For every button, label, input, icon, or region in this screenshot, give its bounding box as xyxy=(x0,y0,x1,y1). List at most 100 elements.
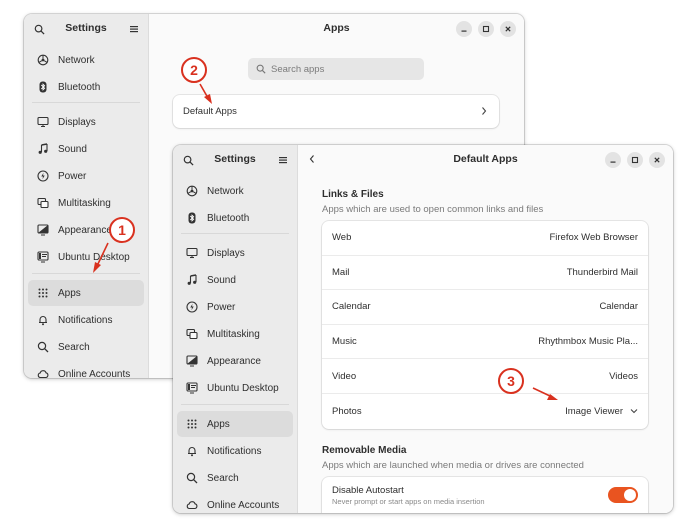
sidebar-item-sound[interactable]: Sound xyxy=(28,136,144,162)
sidebar-item-label: Ubuntu Desktop xyxy=(58,251,130,263)
sidebar-item-sound[interactable]: Sound xyxy=(177,267,293,293)
sidebar-item-multitasking[interactable]: Multitasking xyxy=(177,321,293,347)
sidebar-item-label: Appearance xyxy=(58,224,112,236)
callout-1: 1 xyxy=(109,217,135,243)
sidebar-separator xyxy=(181,404,289,405)
default-app-value[interactable]: Firefox Web Browser xyxy=(549,232,638,243)
default-app-value-text: Thunderbird Mail xyxy=(566,266,638,278)
default-app-value[interactable]: Image Viewer xyxy=(565,406,638,417)
sidebar-item-power[interactable]: Power xyxy=(28,163,144,189)
sidebar-item-bluetooth[interactable]: Bluetooth xyxy=(177,205,293,231)
sidebar-item-power[interactable]: Power xyxy=(177,294,293,320)
default-app-value-text: Firefox Web Browser xyxy=(549,232,638,244)
network-icon xyxy=(36,53,50,67)
callout-3: 3 xyxy=(498,368,524,394)
sidebar-item-multitasking[interactable]: Multitasking xyxy=(28,190,144,216)
default-app-row-web[interactable]: Web Firefox Web Browser xyxy=(322,221,648,256)
front-sidebar: Settings Network Bluetooth Displays Sound Po… xyxy=(173,145,298,513)
bluetooth-icon xyxy=(185,211,199,225)
sidebar-item-label: Network xyxy=(58,54,95,66)
maximize-button[interactable] xyxy=(478,21,494,37)
sidebar-item-network[interactable]: Network xyxy=(177,178,293,204)
default-app-value-text: Image Viewer xyxy=(565,405,623,417)
default-app-value-text: Videos xyxy=(609,370,638,382)
search-placeholder: Search apps xyxy=(271,63,325,75)
sidebar-item-label: Network xyxy=(207,185,244,197)
sidebar-item-bluetooth[interactable]: Bluetooth xyxy=(28,74,144,100)
sidebar-separator xyxy=(32,273,140,274)
maximize-button[interactable] xyxy=(627,152,643,168)
sidebar-item-network[interactable]: Network xyxy=(28,47,144,73)
sidebar-item-label: Bluetooth xyxy=(58,81,101,93)
default-app-row-calendar[interactable]: Calendar Calendar xyxy=(322,290,648,325)
default-app-row-video[interactable]: Video Videos xyxy=(322,359,648,394)
sidebar-item-label: Online Accounts xyxy=(207,499,280,511)
sidebar-item-search[interactable]: Search xyxy=(28,334,144,360)
sidebar-item-label: Apps xyxy=(207,418,230,430)
apps-grid-icon xyxy=(185,417,199,431)
disable-autostart-toggle[interactable] xyxy=(608,487,638,503)
links-files-subtitle: Apps which are used to open common links… xyxy=(322,204,544,215)
sidebar-item-label: Online Accounts xyxy=(58,368,131,379)
chevron-right-icon xyxy=(481,106,487,116)
default-apps-list: Web Firefox Web Browser Mail Thunderbird Ma… xyxy=(322,221,648,429)
sidebar-item-label: Notifications xyxy=(58,314,113,326)
power-icon xyxy=(36,169,50,183)
default-app-value[interactable]: Videos xyxy=(609,371,638,382)
cloud-icon xyxy=(36,367,50,378)
default-app-value[interactable]: Rhythmbox Music Pla... xyxy=(538,336,638,347)
default-app-key: Video xyxy=(332,370,357,382)
disable-autostart-label: Disable Autostart xyxy=(332,485,404,496)
sidebar-item-apps[interactable]: Apps xyxy=(28,280,144,306)
sidebar-item-displays[interactable]: Displays xyxy=(28,109,144,135)
default-apps-label: Default Apps xyxy=(183,106,237,117)
sidebar-item-online-accounts[interactable]: Online Accounts xyxy=(28,361,144,378)
cloud-icon xyxy=(185,498,199,512)
sidebar-item-label: Multitasking xyxy=(207,328,260,340)
default-app-key: Mail xyxy=(332,266,350,278)
sidebar-item-label: Sound xyxy=(58,143,87,155)
sidebar-item-label: Apps xyxy=(58,287,81,299)
front-sidebar-list: Network Bluetooth Displays Sound Power Multit… xyxy=(177,145,293,513)
default-apps-row[interactable]: Default Apps xyxy=(173,95,499,128)
minimize-button[interactable] xyxy=(456,21,472,37)
sidebar-item-apps[interactable]: Apps xyxy=(177,411,293,437)
sidebar-item-appearance[interactable]: Appearance xyxy=(177,348,293,374)
appearance-icon xyxy=(36,223,50,237)
default-app-value[interactable]: Thunderbird Mail xyxy=(567,267,638,278)
apps-search-input[interactable]: Search apps xyxy=(248,58,424,80)
default-app-value[interactable]: Calendar xyxy=(599,301,638,312)
sidebar-item-label: Appearance xyxy=(207,355,261,367)
sidebar-item-label: Search xyxy=(207,472,239,484)
front-settings-window: Settings Network Bluetooth Displays Sound Po… xyxy=(173,145,673,513)
bell-icon xyxy=(36,313,50,327)
close-button[interactable] xyxy=(500,21,516,37)
default-app-key: Music xyxy=(332,336,357,348)
disable-autostart-row: Disable Autostart Never prompt or start … xyxy=(322,477,648,513)
sidebar-item-ubuntu-desktop[interactable]: Ubuntu Desktop xyxy=(28,244,144,270)
close-button[interactable] xyxy=(649,152,665,168)
music-note-icon xyxy=(185,273,199,287)
default-app-row-mail[interactable]: Mail Thunderbird Mail xyxy=(322,256,648,291)
sidebar-item-online-accounts[interactable]: Online Accounts xyxy=(177,492,293,513)
display-icon xyxy=(36,115,50,129)
default-app-key: Calendar xyxy=(332,301,371,313)
back-sidebar: Settings Network Bluetooth Displays Sound Po… xyxy=(24,14,149,378)
sidebar-item-displays[interactable]: Displays xyxy=(177,240,293,266)
sidebar-item-notifications[interactable]: Notifications xyxy=(177,438,293,464)
default-app-row-photos[interactable]: Photos Image Viewer xyxy=(322,394,648,429)
apps-grid-icon xyxy=(36,286,50,300)
default-app-row-music[interactable]: Music Rhythmbox Music Pla... xyxy=(322,325,648,360)
minimize-button[interactable] xyxy=(605,152,621,168)
sidebar-item-label: Search xyxy=(58,341,90,353)
sidebar-item-label: Notifications xyxy=(207,445,262,457)
sidebar-item-search[interactable]: Search xyxy=(177,465,293,491)
search-icon xyxy=(256,64,266,74)
callout-3-arrow xyxy=(532,387,558,400)
power-icon xyxy=(185,300,199,314)
sidebar-item-ubuntu-desktop[interactable]: Ubuntu Desktop xyxy=(177,375,293,401)
sidebar-item-label: Power xyxy=(207,301,236,313)
sidebar-item-label: Multitasking xyxy=(58,197,111,209)
front-main-pane: Default Apps Links & Files Apps which ar… xyxy=(298,145,673,513)
sidebar-item-notifications[interactable]: Notifications xyxy=(28,307,144,333)
